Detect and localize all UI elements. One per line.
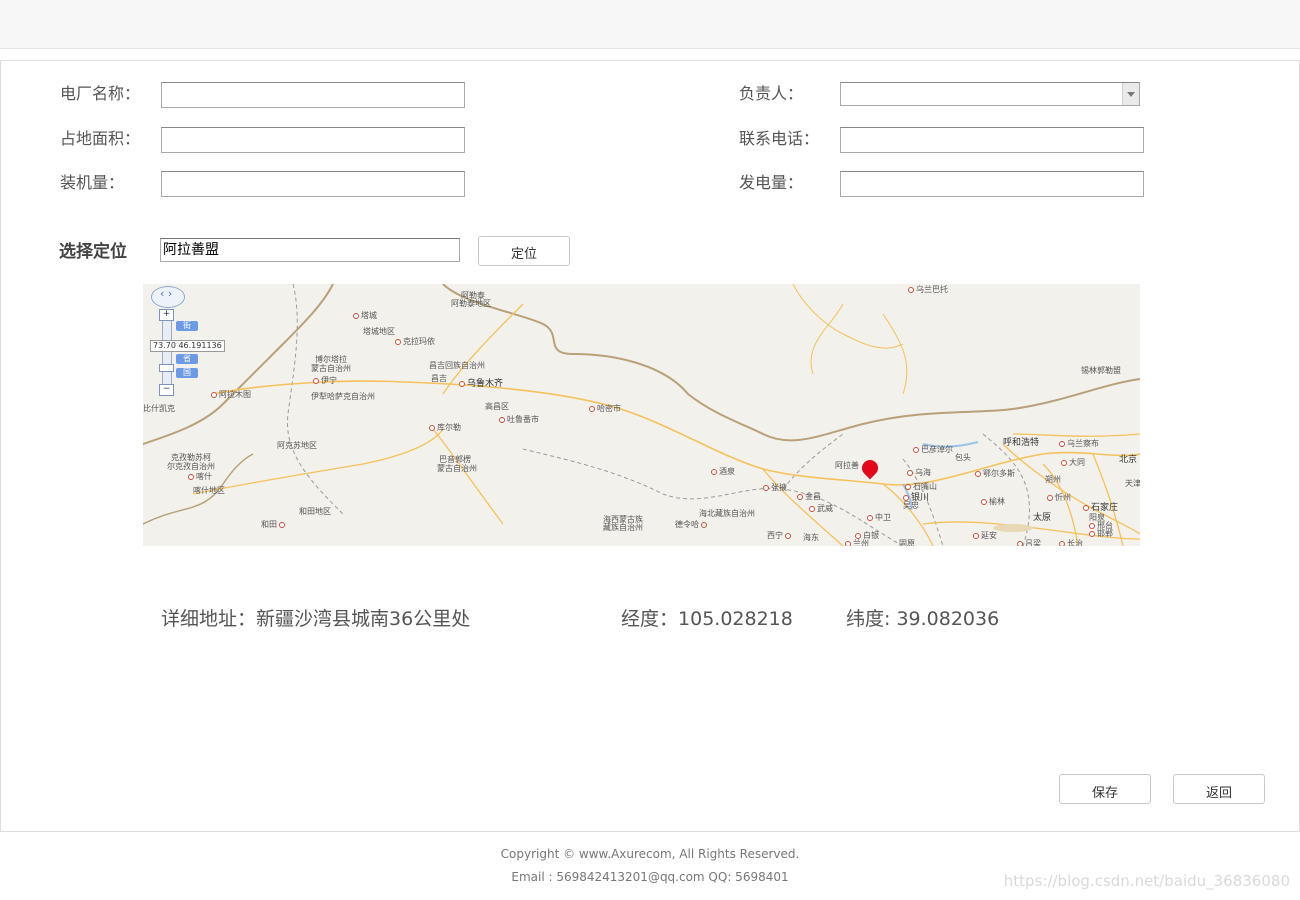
map-pan-control[interactable] [151, 286, 185, 308]
map-city-label: 延安 [973, 530, 997, 541]
map-city-label: 西宁 [767, 530, 793, 541]
map-city-label: 阿克苏地区 [277, 441, 317, 450]
map-city-label: 巴彦淖尔 [913, 444, 953, 455]
map-city-label: 昌吉 [431, 374, 447, 383]
map-city-label: 昌吉回族自治州 [429, 361, 485, 370]
map-city-label: 张掖 [763, 482, 787, 493]
map-city-label: 酒泉 [711, 466, 735, 477]
map-city-label: 和田 [261, 519, 287, 530]
map-city-label: 阿拉善 [835, 461, 859, 470]
map-city-label: 克拉玛依 [395, 336, 435, 347]
map-city-label: 海北藏族自治州 [699, 509, 755, 518]
area-label: 占地面积： [60, 129, 141, 148]
map-city-label: 吐鲁番市 [499, 414, 539, 425]
map-zoom-slider[interactable] [162, 310, 172, 394]
map-city-label: 喀什 [188, 471, 212, 482]
zoom-level-province[interactable]: 省 [176, 354, 198, 364]
zoom-level-street[interactable]: 街 [176, 321, 198, 331]
map-coordinate-tooltip: 73.70 46.191136 [150, 340, 225, 352]
zoom-level-country[interactable]: 国 [176, 368, 198, 378]
map-city-label: 库尔勒 [429, 422, 461, 433]
longitude-value: 105.028218 [678, 608, 793, 630]
map-city-label: 塔城 [353, 310, 377, 321]
area-field[interactable] [161, 127, 465, 153]
map-city-label: 忻州 [1047, 492, 1071, 503]
latitude-value: 39.082036 [896, 608, 1000, 630]
manager-label: 负责人： [739, 84, 804, 103]
map-city-label: 伊宁 [313, 375, 337, 386]
manager-select[interactable] [840, 82, 1140, 106]
address-label: 详细地址： [161, 608, 257, 630]
address-value: 新疆沙湾县城南36公里处 [256, 608, 471, 630]
map-city-label: 北京 [1119, 455, 1138, 465]
map-city-label: 藏族自治州 [603, 523, 643, 532]
map-city-label: 金昌 [797, 491, 821, 502]
locate-button[interactable]: 定位 [478, 236, 570, 266]
map-city-label: 高昌区 [485, 402, 509, 411]
latitude-label: 纬度: [846, 608, 897, 630]
map-city-label: 中卫 [867, 512, 891, 523]
map-city-label: 喀什地区 [193, 486, 225, 495]
zoom-slider-handle[interactable] [159, 364, 174, 372]
generation-label: 发电量： [739, 173, 804, 192]
map-city-label: 朔州 [1045, 475, 1061, 484]
capacity-field[interactable] [161, 171, 465, 197]
longitude-text: 经度：105.028218 [621, 604, 793, 631]
map-city-label: 乌兰察布 [1059, 438, 1099, 449]
map-city-label: 蒙古自治州 [437, 464, 477, 473]
map-city-label: 太原 [1033, 513, 1052, 523]
longitude-label: 经度： [621, 608, 679, 630]
map-city-label: 德令哈 [675, 519, 709, 530]
top-bar [0, 0, 1300, 49]
location-search-input[interactable] [160, 238, 460, 262]
map-city-label: 大同 [1061, 457, 1085, 468]
map-city-label: 和田地区 [299, 507, 331, 516]
map-city-label: 乌鲁木齐 [459, 376, 503, 389]
map-view[interactable]: 乌兰巴托 阿勒泰 阿勒泰地区 塔城 塔城地区 克拉玛依 博尔塔拉 蒙古自治州 伊… [143, 284, 1140, 546]
map-city-label: 乌兰巴托 [908, 284, 948, 295]
generation-field[interactable] [840, 171, 1144, 197]
zoom-out-button[interactable]: − [159, 384, 174, 396]
map-city-label: 邯郸 [1089, 528, 1113, 539]
footer-copyright: Copyright © www.Axurecom, All Rights Res… [500, 847, 800, 861]
map-city-label: 固原 [899, 539, 915, 546]
map-city-label: 哈密市 [589, 403, 621, 414]
map-city-label: 呼和浩特 [1003, 438, 1040, 448]
map-city-label: 阿勒泰地区 [451, 299, 491, 308]
map-city-label: 长治 [1059, 538, 1083, 546]
map-city-label: 蒙古自治州 [311, 364, 351, 373]
locate-section-title: 选择定位 [59, 242, 127, 262]
latitude-text: 纬度: 39.082036 [846, 604, 999, 631]
map-city-label: 吴忠 [903, 501, 919, 510]
save-button[interactable]: 保存 [1059, 774, 1151, 804]
map-city-label: 武威 [809, 503, 833, 514]
plant-name-field[interactable] [161, 82, 465, 108]
map-city-label: 吕梁 [1017, 538, 1041, 546]
plant-name-label: 电厂名称： [60, 84, 141, 103]
map-city-label: 鄂尔多斯 [975, 468, 1015, 479]
address-text: 详细地址：新疆沙湾县城南36公里处 [161, 604, 470, 631]
map-city-label: 天津 [1125, 479, 1140, 488]
phone-label: 联系电话： [739, 129, 820, 148]
watermark: https://blog.csdn.net/baidu_36836080 [1003, 872, 1290, 890]
map-city-label: 榆林 [981, 496, 1005, 507]
map-city-label: 伊犁哈萨克自治州 [311, 392, 375, 401]
map-city-label: 比什凯克 [143, 404, 175, 413]
chevron-down-icon[interactable] [1122, 83, 1139, 105]
capacity-label: 装机量： [60, 173, 125, 192]
phone-field[interactable] [840, 127, 1144, 153]
map-city-label: 白银 [855, 530, 879, 541]
map-city-label: 塔城地区 [363, 327, 395, 336]
map-city-label: 海东 [803, 533, 819, 542]
map-city-label: 包头 [955, 453, 971, 462]
zoom-in-button[interactable]: + [159, 309, 174, 321]
map-city-label: 阿拉木图 [211, 389, 251, 400]
back-button[interactable]: 返回 [1173, 774, 1265, 804]
map-city-label: 乌海 [907, 467, 931, 478]
map-city-label: 锡林郭勒盟 [1081, 366, 1121, 375]
